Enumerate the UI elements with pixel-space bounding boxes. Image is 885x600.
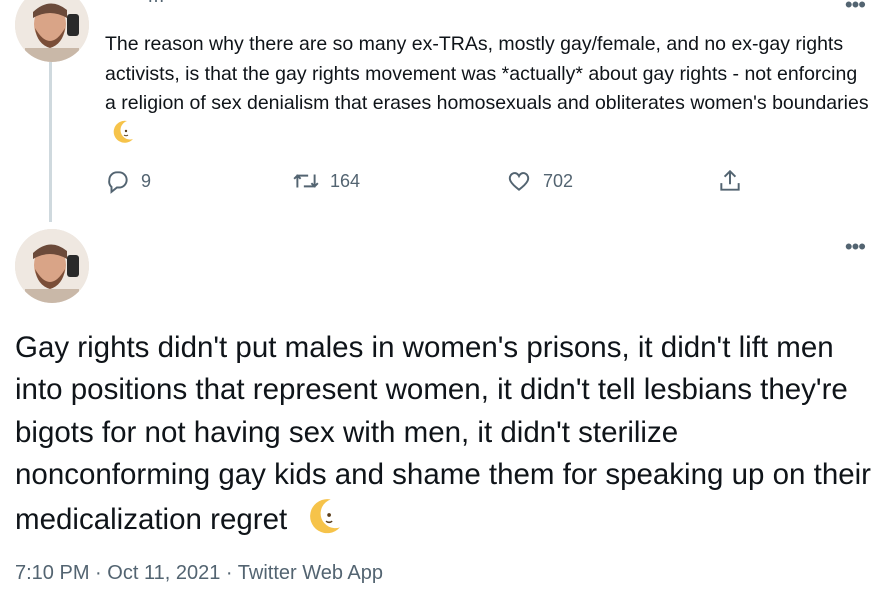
parent-tweet-body: The reason why there are so many ex-TRAs… <box>105 33 869 114</box>
tweet-time[interactable]: 7:10 PM <box>15 562 89 584</box>
retweet-button[interactable]: 164 <box>292 168 360 194</box>
reply-icon <box>108 171 128 194</box>
retweet-count: 164 <box>330 170 361 191</box>
parent-action-bar: 9 164 702 <box>105 166 765 196</box>
meta-separator: · <box>225 562 233 584</box>
tweet-meta: 7:10 PM · Oct 11, 2021 · Twitter Web App <box>15 562 383 585</box>
main-tweet-body: Gay rights didn't put males in women's p… <box>15 331 872 537</box>
share-button[interactable] <box>717 168 743 194</box>
parent-more-icon[interactable]: ••• <box>845 0 866 16</box>
tweet-date[interactable]: Oct 11, 2021 <box>107 562 220 584</box>
parent-header-fragment: · · · … <box>108 0 166 6</box>
thread-connector-line <box>49 62 52 222</box>
main-avatar[interactable] <box>15 229 89 303</box>
share-icon <box>720 169 740 191</box>
reply-count: 9 <box>141 170 152 191</box>
main-tweet-text: Gay rights didn't put males in women's p… <box>15 327 875 546</box>
like-count: 702 <box>543 170 574 191</box>
parent-tweet-text: The reason why there are so many ex-TRAs… <box>105 30 870 152</box>
like-button[interactable]: 702 <box>505 168 573 194</box>
parent-avatar[interactable] <box>15 0 89 62</box>
moon-emoji <box>309 496 343 546</box>
tweet-source[interactable]: Twitter Web App <box>238 562 383 584</box>
meta-separator: · <box>95 562 102 584</box>
main-more-icon[interactable]: ••• <box>845 236 866 258</box>
reply-button[interactable]: 9 <box>105 168 151 194</box>
moon-emoji <box>113 119 135 153</box>
like-icon <box>508 172 530 191</box>
retweet-icon <box>293 174 319 188</box>
